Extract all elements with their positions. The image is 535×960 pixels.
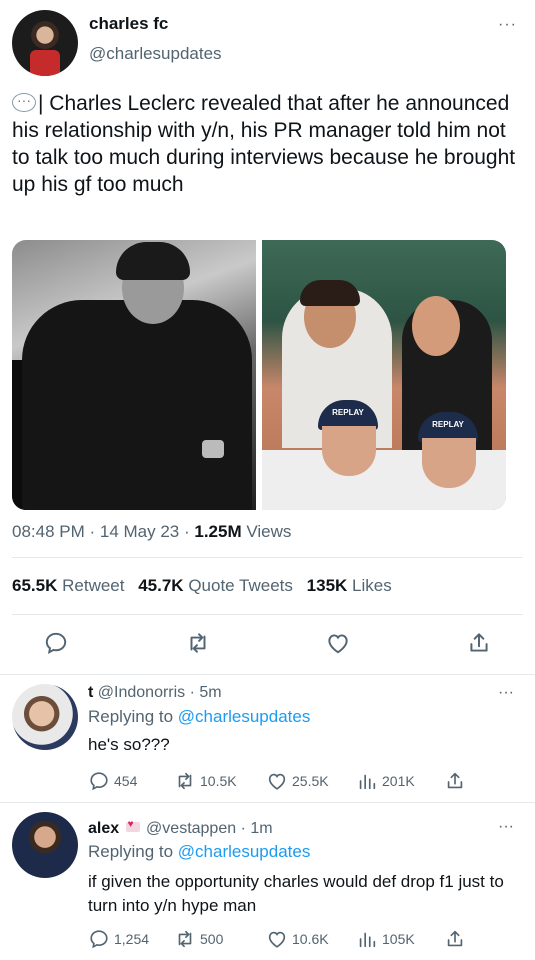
heart-emoji-icon (125, 819, 140, 832)
reply-time[interactable]: 1m (250, 820, 272, 837)
more-options-icon[interactable]: ··· (498, 16, 517, 34)
views-button[interactable]: 201K (356, 770, 415, 792)
like-count: 10.6K (292, 931, 329, 947)
photo-right[interactable]: REPLAY REPLAY (262, 240, 506, 510)
author-avatar[interactable] (12, 10, 78, 76)
reply-icon[interactable] (43, 630, 69, 656)
share-icon (447, 930, 463, 947)
tweet-media: REPLAY REPLAY (12, 240, 506, 510)
tweet-timestamp[interactable]: 08:48 PM · 14 May 23 · (12, 522, 194, 541)
more-options-icon[interactable]: ··· (498, 818, 514, 836)
like-icon (268, 931, 286, 948)
reply-count: 454 (114, 773, 138, 789)
view-count: 201K (382, 773, 415, 789)
reply-icon (90, 930, 108, 949)
reply-tweet[interactable]: t @Indonorris · 5m ··· Replying to @char… (0, 674, 535, 802)
reply-actions: 1,254 500 10.6K 105K (88, 928, 488, 950)
share-icon[interactable] (466, 630, 492, 656)
view-count: 105K (382, 931, 415, 947)
retweet-button[interactable]: 10.5K (174, 770, 237, 792)
views-count: 1.25M (194, 522, 242, 541)
views-icon (359, 774, 376, 790)
reply-button[interactable]: 1,254 (88, 928, 149, 950)
replying-to-link[interactable]: @charlesupdates (178, 707, 311, 726)
reply-button[interactable]: 454 (88, 770, 137, 792)
retweet-icon (178, 930, 192, 948)
quote-count[interactable]: 45.7K (138, 576, 183, 595)
photo-left[interactable] (12, 240, 256, 510)
tweet-text: | Charles Leclerc revealed that after he… (12, 87, 522, 198)
reply-author-handle[interactable]: @Indonorris (98, 684, 185, 701)
retweet-count: 10.5K (200, 773, 237, 789)
replying-to: Replying to @charlesupdates (88, 707, 311, 726)
retweet-icon (178, 772, 192, 790)
like-button[interactable]: 10.6K (266, 928, 329, 950)
views-label: Views (241, 522, 292, 541)
like-icon[interactable] (325, 630, 351, 656)
views-button[interactable]: 105K (356, 928, 415, 950)
reply-header: t @Indonorris · 5m (88, 684, 222, 701)
more-options-icon[interactable]: ··· (498, 684, 514, 702)
share-button[interactable] (444, 928, 466, 950)
retweet-count: 500 (200, 931, 224, 947)
cap-logo-text: REPLAY (432, 420, 464, 429)
views-icon (359, 932, 376, 948)
like-button[interactable]: 25.5K (266, 770, 329, 792)
tweet-actions (0, 630, 535, 660)
author-name[interactable]: charles fc (89, 14, 168, 34)
reply-time[interactable]: 5m (199, 684, 221, 701)
reply-tweet[interactable]: alex @vestappen · 1m ··· Replying to @ch… (0, 802, 535, 960)
retweet-label[interactable]: Retweet (62, 576, 124, 595)
like-label[interactable]: Likes (352, 576, 392, 595)
replying-to-link[interactable]: @charlesupdates (178, 842, 311, 861)
speech-bubble-emoji-icon (12, 87, 36, 114)
reply-avatar[interactable] (12, 684, 78, 750)
share-button[interactable] (444, 770, 466, 792)
tweet-text-body: | Charles Leclerc revealed that after he… (12, 92, 516, 196)
reply-author-name[interactable]: t (88, 684, 93, 701)
reply-count: 1,254 (114, 931, 150, 947)
reply-text: if given the opportunity charles would d… (88, 872, 504, 915)
reply-text: he's so??? (88, 735, 170, 754)
like-count[interactable]: 135K (307, 576, 348, 595)
reply-author-name[interactable]: alex (88, 820, 119, 837)
quote-label[interactable]: Quote Tweets (188, 576, 293, 595)
retweet-count[interactable]: 65.5K (12, 576, 57, 595)
retweet-icon[interactable] (185, 630, 211, 656)
retweet-button[interactable]: 500 (174, 928, 223, 950)
tweet-meta: 08:48 PM · 14 May 23 · 1.25M Views (12, 522, 291, 542)
author-handle[interactable]: @charlesupdates (89, 44, 222, 64)
like-count: 25.5K (292, 773, 329, 789)
reply-actions: 454 10.5K 25.5K 201K (88, 770, 488, 792)
reply-icon (90, 772, 108, 791)
cap-logo-text: REPLAY (332, 408, 364, 417)
divider (12, 614, 523, 615)
share-icon (447, 772, 463, 789)
reply-avatar[interactable] (12, 812, 78, 878)
replying-to: Replying to @charlesupdates (88, 842, 311, 861)
tweet-stats: 65.5K Retweet 45.7K Quote Tweets 135K Li… (12, 576, 392, 596)
like-icon (268, 773, 286, 790)
divider (12, 557, 523, 558)
reply-author-handle[interactable]: @vestappen (146, 820, 236, 837)
reply-header: alex @vestappen · 1m (88, 819, 273, 838)
